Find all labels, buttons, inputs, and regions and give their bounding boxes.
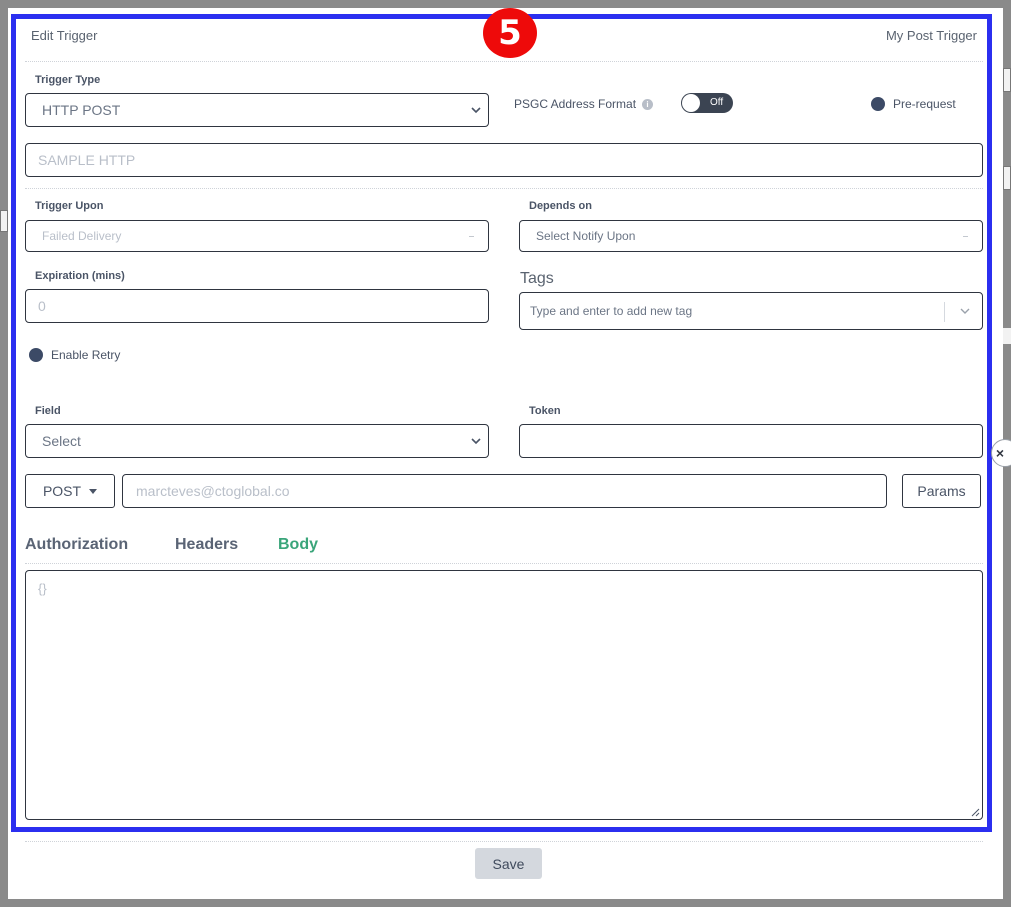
trigger-upon-value: Failed Delivery (42, 229, 122, 243)
depends-on-select[interactable]: Select Notify Upon (519, 220, 983, 252)
psgc-toggle[interactable]: Off (681, 93, 733, 113)
tab-body[interactable]: Body (278, 536, 318, 554)
section-divider (25, 188, 983, 189)
depends-on-label: Depends on (529, 200, 592, 212)
radio-dot-icon (29, 348, 43, 362)
body-textarea[interactable]: {} (25, 570, 983, 820)
chevron-down-icon (471, 107, 481, 114)
backdrop-fragment (1003, 328, 1011, 344)
params-button[interactable]: Params (902, 474, 981, 508)
caret-down-icon (89, 488, 98, 494)
tab-authorization[interactable]: Authorization (25, 536, 128, 554)
footer-divider (25, 841, 983, 842)
trigger-name-input[interactable]: SAMPLE HTTP (25, 143, 983, 177)
toggle-knob (682, 94, 700, 112)
header-divider (25, 61, 983, 62)
pre-request-option[interactable]: Pre-request (871, 97, 956, 111)
resize-handle-icon[interactable] (971, 808, 980, 817)
token-input[interactable] (519, 424, 983, 458)
modal-title: Edit Trigger (31, 28, 98, 43)
url-placeholder: marcteves@ctoglobal.co (136, 483, 290, 499)
save-button[interactable]: Save (475, 848, 542, 879)
select-caret-icon (469, 236, 474, 237)
trigger-type-label: Trigger Type (35, 74, 101, 86)
params-label: Params (917, 483, 966, 499)
pre-request-label: Pre-request (893, 97, 956, 111)
token-label: Token (529, 405, 561, 417)
enable-retry-option[interactable]: Enable Retry (29, 348, 120, 362)
trigger-upon-select[interactable]: Failed Delivery (25, 220, 489, 252)
body-placeholder: {} (38, 581, 47, 596)
expiration-label: Expiration (mins) (35, 270, 125, 282)
trigger-upon-label: Trigger Upon (35, 200, 104, 212)
close-button[interactable]: × (991, 439, 1011, 467)
psgc-address-format: PSGC Address Format i (514, 97, 654, 111)
tags-separator (944, 302, 945, 322)
trigger-name: My Post Trigger (885, 28, 977, 43)
info-icon[interactable]: i (642, 98, 654, 110)
trigger-type-select[interactable]: HTTP POST (25, 93, 489, 127)
backdrop-fragment (0, 210, 8, 232)
url-input[interactable]: marcteves@ctoglobal.co (122, 474, 887, 508)
tabs-divider (25, 563, 983, 564)
depends-on-value: Select Notify Upon (536, 229, 636, 243)
backdrop-fragment (1003, 68, 1011, 92)
trigger-name-placeholder: SAMPLE HTTP (38, 152, 136, 168)
tags-input[interactable]: Type and enter to add new tag (519, 292, 983, 330)
tags-placeholder: Type and enter to add new tag (530, 304, 693, 318)
method-dropdown-button[interactable]: POST (25, 474, 115, 508)
trigger-type-value: HTTP POST (42, 102, 121, 118)
field-value: Select (42, 433, 81, 449)
method-label: POST (42, 483, 82, 499)
chevron-down-icon[interactable] (958, 304, 972, 318)
tab-headers[interactable]: Headers (175, 536, 238, 554)
backdrop-fragment (1003, 166, 1011, 190)
radio-dot-icon (871, 97, 885, 111)
field-select[interactable]: Select (25, 424, 489, 458)
enable-retry-label: Enable Retry (51, 348, 121, 362)
step-number-badge: 5 (483, 8, 537, 58)
select-caret-icon (963, 236, 968, 237)
chevron-down-icon (471, 438, 481, 445)
expiration-input[interactable]: 0 (25, 289, 489, 323)
psgc-label: PSGC Address Format (514, 97, 637, 111)
toggle-state-text: Off (710, 97, 724, 108)
expiration-placeholder: 0 (38, 298, 46, 314)
tags-label: Tags (520, 270, 554, 287)
field-label: Field (35, 405, 61, 417)
